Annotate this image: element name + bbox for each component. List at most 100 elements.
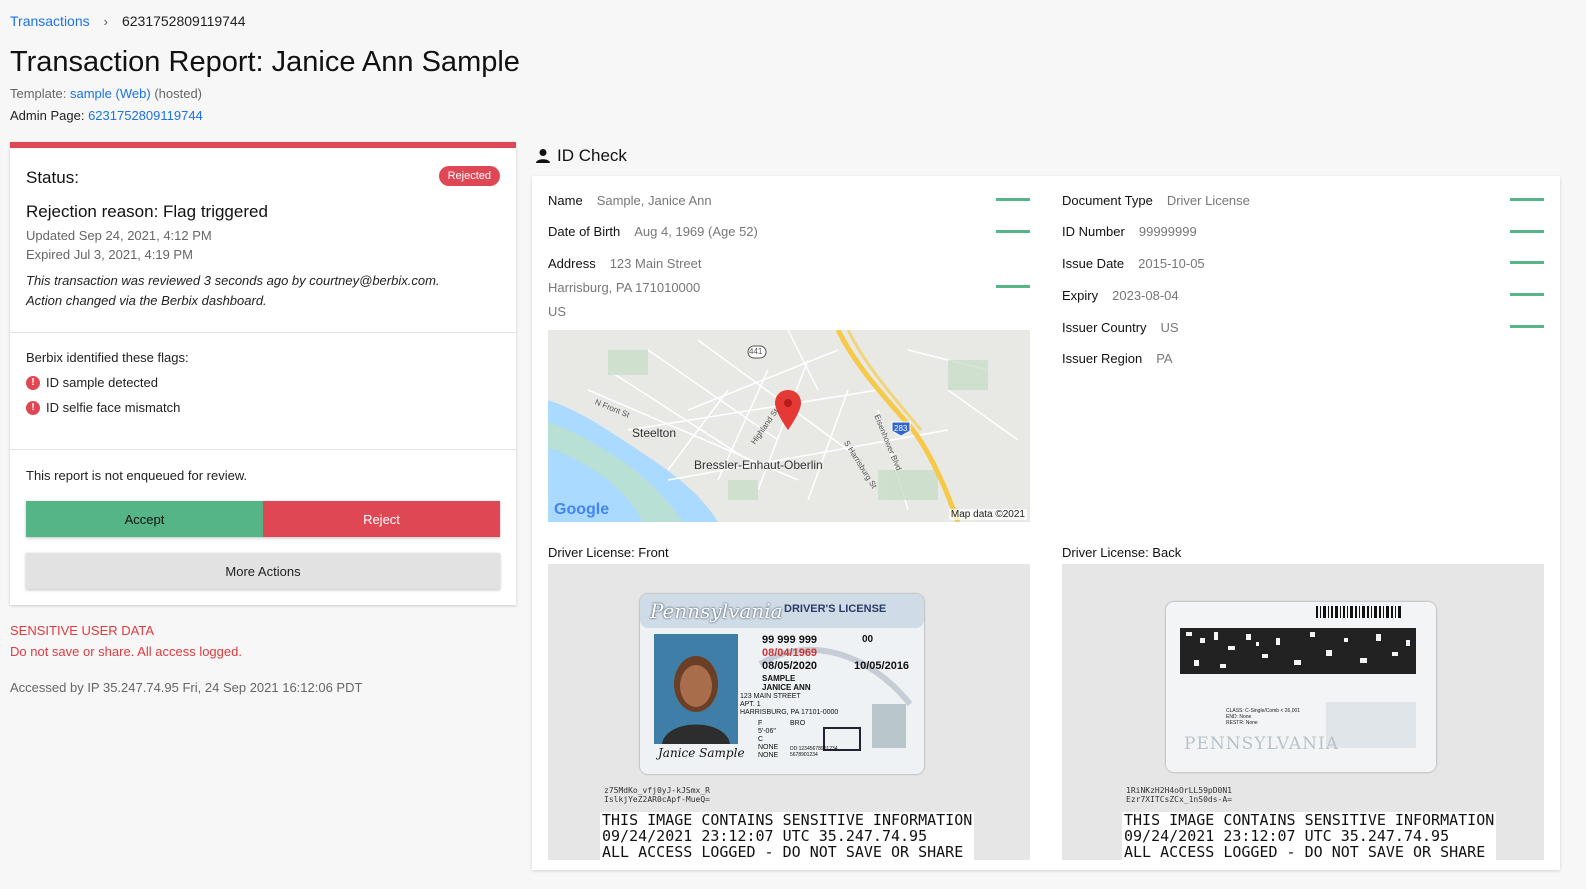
license-back-card: CLASS: C-Single/Comb < 26,001 END: None … — [1166, 602, 1436, 772]
field-label: Expiry — [1062, 288, 1099, 303]
card-height: 5'-06" — [758, 728, 776, 735]
status-label: Status: — [26, 168, 79, 187]
back-state: PENNSYLVANIA — [1184, 734, 1340, 754]
card-sex: F — [758, 720, 763, 727]
sensitive-warning-text: Do not save or share. All access logged. — [10, 644, 242, 659]
template-link[interactable]: sample (Web) — [70, 86, 151, 101]
address-line3: US — [548, 304, 567, 319]
card-class: C — [758, 736, 764, 743]
action-buttons: Accept Reject — [26, 501, 500, 537]
status-badge: Rejected — [438, 166, 500, 186]
rejection-reason: Rejection reason: Flag triggered — [26, 202, 268, 221]
template-suffix: (hosted) — [154, 86, 203, 101]
page-title: Transaction Report: Janice Ann Sample — [10, 46, 520, 78]
admin-page-link[interactable]: 6231752809119744 — [88, 108, 203, 123]
review-note: This transaction was reviewed 3 seconds … — [26, 271, 500, 311]
license-back-image[interactable]: CLASS: C-Single/Comb < 26,001 END: None … — [1062, 564, 1544, 860]
template-label: Template: — [10, 86, 67, 101]
expired-timestamp: Expired Jul 3, 2021, 4:19 PM — [26, 247, 193, 262]
route-441-label: 441 — [749, 347, 763, 356]
field-label: Issuer Country — [1062, 320, 1147, 335]
field-value: Aug 4, 1969 (Age 52) — [634, 224, 758, 239]
field-value: 99999999 — [1138, 224, 1197, 239]
breadcrumb-current: 6231752809119744 — [121, 13, 246, 29]
breadcrumb-transactions-link[interactable]: Transactions — [10, 13, 90, 29]
reject-button[interactable]: Reject — [263, 501, 500, 537]
field-address: Address 123 Main Street — [548, 256, 701, 271]
breadcrumb: Transactions › 6231752809119744 — [10, 13, 246, 29]
review-note-line1: This transaction was reviewed 3 seconds … — [26, 273, 440, 288]
check-pass-indicator — [1510, 293, 1544, 296]
status-section: Status: Rejected Rejection reason: Flag … — [10, 148, 516, 333]
card-rest: NONE — [758, 752, 779, 759]
flag-label: ID selfie face mismatch — [46, 400, 181, 415]
google-logo: Google — [554, 501, 610, 518]
more-actions-button[interactable]: More Actions — [26, 553, 500, 589]
front-image-title: Driver License: Front — [548, 545, 669, 560]
check-pass-indicator — [996, 230, 1030, 233]
card-iss: 10/05/2016 — [854, 660, 910, 672]
alert-icon: ! — [26, 400, 40, 415]
enqueue-status: This report is not enqueued for review. — [26, 468, 248, 483]
accept-button[interactable]: Accept — [26, 501, 263, 537]
card-eyes: BRO — [790, 720, 806, 727]
license-front-card: Pennsylvania DRIVER'S LICENSE 99 999 999… — [640, 594, 924, 774]
check-pass-indicator — [1510, 230, 1544, 233]
field-label: Document Type — [1062, 193, 1153, 208]
check-pass-indicator — [1510, 198, 1544, 201]
address-line2: Harrisburg, PA 171010000 — [548, 280, 701, 295]
field-label: Date of Birth — [548, 224, 621, 239]
alert-icon: ! — [26, 375, 40, 390]
updated-timestamp: Updated Sep 24, 2021, 4:12 PM — [26, 228, 212, 243]
map-label-steelton: Steelton — [632, 426, 677, 440]
field-dob: Date of Birth Aug 4, 1969 (Age 52) — [548, 224, 758, 239]
field-value: 2015-10-05 — [1138, 256, 1205, 271]
field-label: Address — [548, 256, 596, 271]
id-check-heading: ID Check — [535, 146, 627, 166]
field-id-number: ID Number 99999999 — [1062, 224, 1197, 239]
card-end: NONE — [758, 744, 779, 751]
license-front-image[interactable]: Pennsylvania DRIVER'S LICENSE 99 999 999… — [548, 564, 1030, 860]
flags-section: Berbix identified these flags: ! ID samp… — [10, 333, 516, 450]
flag-item: ! ID selfie face mismatch — [26, 400, 500, 415]
back-watermark-text: THIS IMAGE CONTAINS SENSITIVE INFORMATIO… — [1122, 811, 1497, 860]
template-line: Template: sample (Web) (hosted) — [10, 86, 202, 101]
field-issuer-region: Issuer Region PA — [1062, 351, 1173, 366]
field-issuer-country: Issuer Country US — [1062, 320, 1179, 335]
check-pass-indicator — [1510, 325, 1544, 328]
admin-label: Admin Page: — [10, 108, 85, 123]
card-name: SAMPLE JANICE ANN — [762, 674, 811, 692]
map-attribution: Map data ©2021 — [948, 509, 1027, 520]
map-label-bressler: Bressler-Enhaut-Oberlin — [694, 458, 823, 472]
card-dob: 08/04/1969 — [762, 647, 818, 659]
field-value: US — [1160, 320, 1179, 335]
person-icon — [536, 149, 550, 163]
field-label: Issuer Region — [1062, 351, 1143, 366]
back-restr: RESTR: None — [1226, 720, 1258, 726]
card-exp: 08/05/2020 — [762, 660, 818, 672]
field-document-type: Document Type Driver License — [1062, 193, 1250, 208]
field-value: 2023-08-04 — [1112, 288, 1179, 303]
admin-line: Admin Page: 6231752809119744 — [10, 108, 203, 123]
check-pass-indicator — [996, 285, 1030, 288]
field-name: Name Sample, Janice Ann — [548, 193, 712, 208]
card-state: Pennsylvania — [650, 599, 783, 623]
field-issue-date: Issue Date 2015-10-05 — [1062, 256, 1205, 271]
field-expiry: Expiry 2023-08-04 — [1062, 288, 1179, 303]
check-pass-indicator — [1510, 261, 1544, 264]
card-address: 123 MAIN STREET APT. 1 HARRISBURG, PA 17… — [740, 693, 839, 716]
field-value: Sample, Janice Ann — [596, 193, 712, 208]
map-graphic — [548, 330, 1019, 522]
field-label: ID Number — [1062, 224, 1125, 239]
chevron-right-icon: › — [103, 13, 108, 29]
sensitive-warning-title: SENSITIVE USER DATA — [10, 623, 154, 638]
card-dups: 00 — [862, 634, 874, 645]
check-pass-indicator — [996, 198, 1030, 201]
card-type: DRIVER'S LICENSE — [784, 603, 887, 615]
address-map[interactable]: 441 283 Steelton Bressler-Enhaut-Oberlin… — [548, 330, 1030, 522]
front-hash-text: z75MdKo_vfj0yJ-kJSmx_R IslkjYeZ2AR0cApf-… — [604, 786, 710, 804]
card-signature: Janice Sample — [658, 746, 745, 760]
route-283-label: 283 — [894, 424, 908, 433]
card-dln: 99 999 999 — [762, 634, 818, 646]
field-value: 123 Main Street — [609, 256, 702, 271]
